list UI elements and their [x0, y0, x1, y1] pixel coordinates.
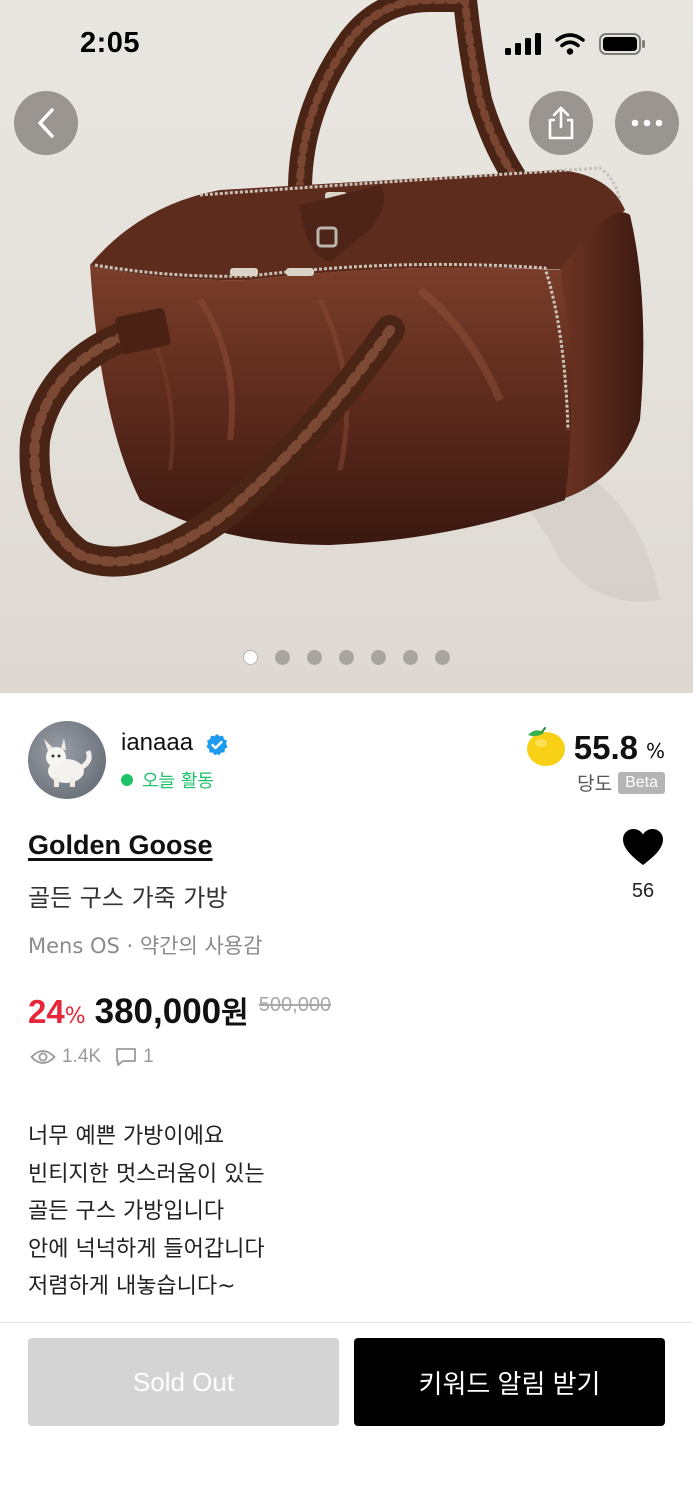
- online-dot-icon: [121, 774, 133, 786]
- verified-badge-icon: [206, 734, 228, 756]
- price-unit: 원: [221, 996, 249, 1031]
- view-count: 1.4K: [62, 1046, 102, 1067]
- brand-link[interactable]: Golden Goose: [28, 830, 213, 861]
- product-title: 골든 구스 가죽 가방: [28, 884, 228, 912]
- comment-icon: [116, 1048, 136, 1066]
- original-price: 500,000: [258, 994, 332, 1016]
- share-icon: [548, 106, 574, 140]
- discount-unit: %: [64, 1004, 86, 1029]
- keyword-alert-button[interactable]: 키워드 알림 받기: [354, 1338, 665, 1426]
- description-line: 저렴하게 내놓습니다~: [28, 1274, 236, 1299]
- product-description: 너무 예쁜 가방이에요 빈티지한 멋스러움이 있는 골든 구스 가방입니다 안에…: [28, 1118, 265, 1306]
- sweetness-unit: %: [645, 739, 665, 763]
- back-button[interactable]: [14, 91, 78, 155]
- description-line: 빈티지한 멋스러움이 있는: [28, 1161, 265, 1187]
- discount-rate: 24: [28, 993, 65, 1030]
- description-line: 안에 넉넉하게 들어갑니다: [28, 1236, 265, 1262]
- avatar[interactable]: [28, 721, 106, 799]
- pager-dot[interactable]: [275, 650, 290, 665]
- eye-icon: [30, 1050, 56, 1064]
- activity-text: 오늘 활동: [142, 771, 214, 792]
- seller-section[interactable]: ianaaa 오늘 활동 55.8% 당도 Beta: [0, 693, 693, 813]
- more-button[interactable]: [615, 91, 679, 155]
- beta-badge: Beta: [618, 771, 665, 794]
- image-pager-dots[interactable]: [0, 650, 693, 665]
- status-bar: 2:05: [0, 0, 693, 92]
- product-meta: Mens OS · 약간의 사용감: [28, 934, 263, 958]
- price-row: 24 % 380,000 원 500,000: [28, 988, 331, 1032]
- product-stats: 1.4K 1: [30, 1046, 154, 1068]
- price: 380,000: [94, 992, 222, 1031]
- heart-icon: [623, 829, 663, 865]
- wifi-icon: [555, 33, 585, 55]
- status-time: 2:05: [80, 27, 141, 59]
- pager-dot[interactable]: [403, 650, 418, 665]
- product-image-gallery[interactable]: 2:05: [0, 0, 693, 693]
- comment-count: 1: [143, 1046, 154, 1067]
- battery-icon: [599, 33, 645, 55]
- status-icons: [505, 33, 647, 55]
- description-line: 골든 구스 가방입니다: [28, 1199, 225, 1224]
- sweetness-label: 당도: [577, 773, 613, 795]
- sold-out-button[interactable]: Sold Out: [28, 1338, 339, 1426]
- share-button[interactable]: [529, 91, 593, 155]
- pager-dot-active[interactable]: [243, 650, 258, 665]
- sweetness-value: 55.8: [573, 729, 638, 766]
- chevron-left-icon: [38, 108, 54, 138]
- seller-name[interactable]: ianaaa: [121, 729, 193, 757]
- more-horizontal-icon: [631, 119, 663, 127]
- like-count: 56: [631, 880, 655, 902]
- product-photo: [19, 0, 660, 602]
- avatar-image: [44, 738, 92, 787]
- pager-dot[interactable]: [307, 650, 322, 665]
- signal-icon: [505, 33, 541, 55]
- activity-status: 오늘 활동: [121, 767, 214, 793]
- description-line: 너무 예쁜 가방이에요: [28, 1124, 225, 1149]
- pager-dot[interactable]: [339, 650, 354, 665]
- pager-dot[interactable]: [435, 650, 450, 665]
- like-button[interactable]: 56: [614, 828, 672, 903]
- sweetness-score[interactable]: 55.8% 당도 Beta: [522, 723, 665, 796]
- lemon-icon: [526, 727, 565, 766]
- bottom-action-bar: Sold Out 키워드 알림 받기: [0, 1322, 693, 1500]
- pager-dot[interactable]: [371, 650, 386, 665]
